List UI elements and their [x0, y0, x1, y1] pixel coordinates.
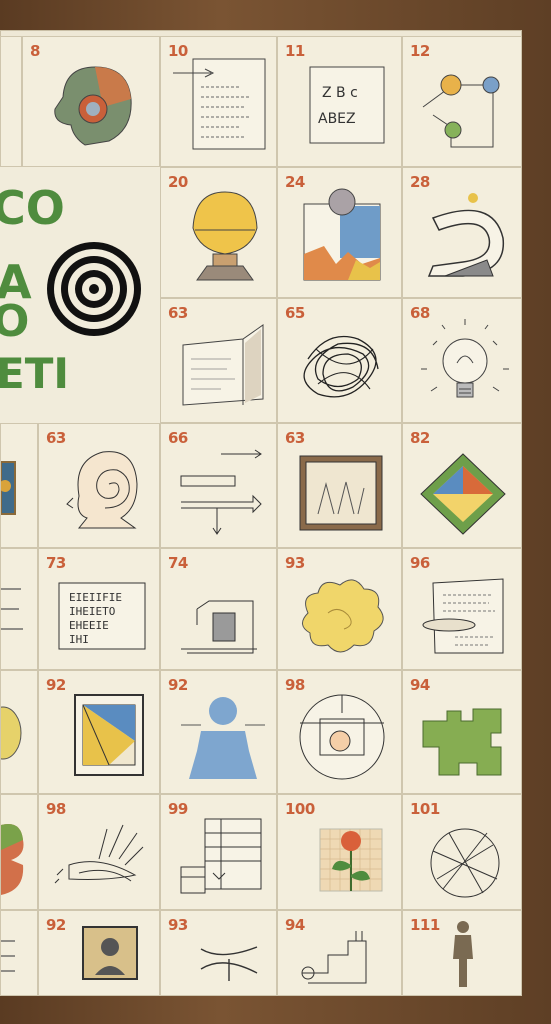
tile-paper-roll: 96: [402, 548, 522, 670]
card-line-4: IHI: [69, 633, 89, 646]
tile-circuit: 12: [402, 36, 522, 167]
tile-blueprint: 99: [160, 794, 277, 910]
flower-grid-icon: [319, 828, 383, 892]
partial-tile: [0, 910, 38, 996]
tile-flower: 100: [277, 794, 402, 910]
partial-tile: [0, 423, 38, 548]
partial-tile: [0, 670, 38, 794]
tile-machine: 94: [277, 910, 402, 996]
partial-tile: [0, 794, 38, 910]
card-line-2: IHEIETO: [69, 605, 115, 618]
color-diamond-icon: [420, 453, 506, 535]
corner-frame-icon: [181, 600, 257, 654]
head-profile-icon: [54, 66, 132, 146]
tile-book: 63: [160, 298, 277, 423]
hands-sketch-icon: [54, 824, 144, 884]
tile-text-card: 73 EIEIIFIE IHEIETO EHEEIE IHI: [38, 548, 160, 670]
tile-corner-frame: 74: [160, 548, 277, 670]
poster-title-area: CO A O ETI: [0, 167, 160, 423]
bullseye-icon: [47, 242, 141, 336]
tile-cloud: 93: [277, 548, 402, 670]
open-book-icon: [182, 324, 264, 406]
partial-tile: [0, 548, 38, 670]
tile-document: 10: [160, 36, 277, 167]
machine-sketch-icon: [301, 931, 367, 984]
target-circle-icon: [299, 694, 385, 780]
poster-board: 8 10 11 Z B c ABEZ 12 CO A O ETI 20 24 2…: [0, 30, 522, 996]
letters-card-icon: Z B c ABEZ: [309, 66, 385, 144]
crossed-circle-icon: [430, 828, 500, 898]
blueprint-icon: [180, 818, 262, 894]
tile-framed-triangle: 92: [38, 670, 160, 794]
tile-hands: 98: [38, 794, 160, 910]
tile-scribble: 65: [277, 298, 402, 423]
partial-tile: [0, 36, 22, 167]
arrows-diagram-icon: [180, 449, 262, 535]
color-collage-icon: [303, 188, 381, 281]
spiral-head-icon: [66, 451, 138, 529]
tile-pipe: 28: [402, 167, 522, 298]
forked-lines-icon: [200, 946, 258, 981]
yellow-cloud-icon: [302, 579, 384, 653]
framed-picture-icon: [299, 455, 383, 531]
card-line-3: EHEEIE: [69, 619, 109, 632]
bent-pipe-icon: [427, 193, 505, 277]
tile-head-profile: 8: [22, 36, 160, 167]
tile-egg: 20: [160, 167, 277, 298]
portrait-icon: [82, 926, 138, 980]
green-puzzle-icon: [422, 708, 502, 776]
document-arrow-icon: [173, 58, 266, 150]
tile-blue-figure: 92: [160, 670, 277, 794]
tile-crossed-circle: 101: [402, 794, 522, 910]
tile-portrait: 92: [38, 910, 160, 996]
framed-triangle-icon: [74, 694, 144, 776]
lightbulb-icon: [421, 319, 509, 398]
tile-arrows: 66: [160, 423, 277, 548]
scribble-icon: [303, 335, 379, 398]
blue-figure-icon: [181, 697, 265, 779]
letters-line-1: Z B c: [322, 85, 358, 101]
card-line-1: EIEIIFIE: [69, 591, 122, 604]
letters-line-2: ABEZ: [318, 111, 356, 127]
paper-roll-icon: [422, 578, 504, 654]
tile-target-circle: 98: [277, 670, 402, 794]
tile-forked-lines: 93: [160, 910, 277, 996]
tile-spiral-head: 63: [38, 423, 160, 548]
tile-framed-picture: 63: [277, 423, 402, 548]
circuit-circles-icon: [422, 74, 500, 148]
tile-collage: 24: [277, 167, 402, 298]
text-card-icon: EIEIIFIE IHEIETO EHEEIE IHI: [58, 582, 146, 650]
egg-on-stand-icon: [192, 191, 258, 281]
tile-standing-figure: 111: [402, 910, 522, 996]
standing-figure-icon: [453, 921, 473, 987]
tile-letters: 11 Z B c ABEZ: [277, 36, 402, 167]
tile-diamond: 82: [402, 423, 522, 548]
tile-lightbulb: 68: [402, 298, 522, 423]
tile-puzzle: 94: [402, 670, 522, 794]
